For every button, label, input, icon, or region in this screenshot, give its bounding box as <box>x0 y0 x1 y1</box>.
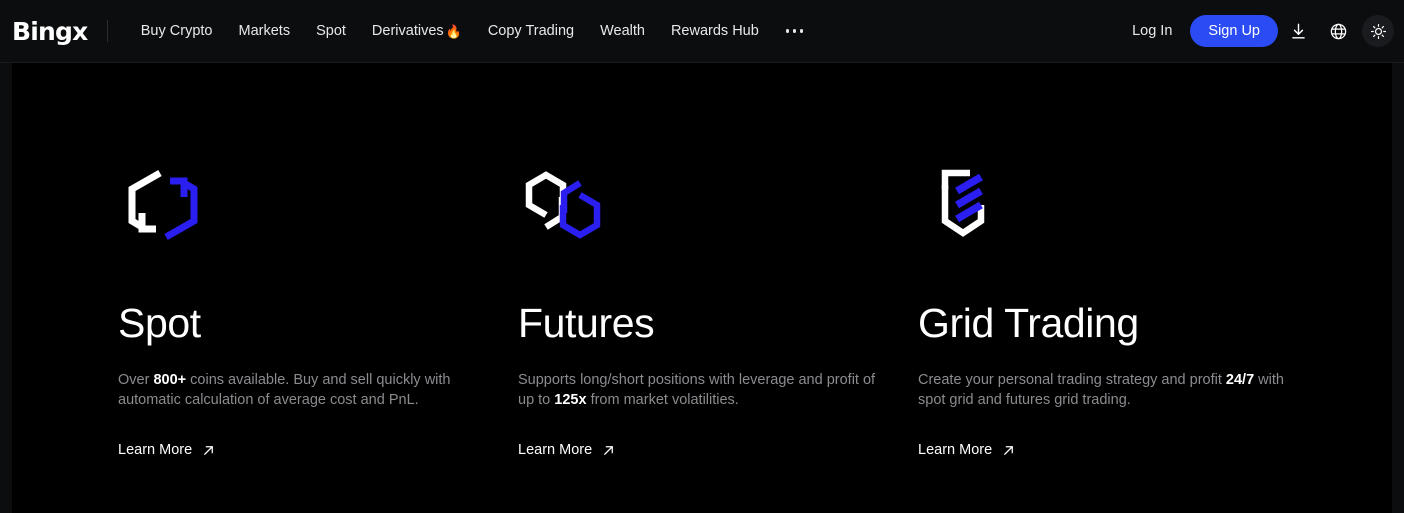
arrow-up-right-icon <box>604 445 614 455</box>
card-description: Create your personal trading strategy an… <box>918 370 1290 410</box>
desc-highlight: 125x <box>554 392 587 408</box>
futures-interlocking-hexagons-icon <box>518 163 918 247</box>
feature-card-grid-trading: Grid Trading Create your personal tradin… <box>918 163 1318 459</box>
page-body: Spot Over 800+ coins available. Buy and … <box>0 63 1404 513</box>
card-title: Spot <box>118 300 201 346</box>
nav-label: Rewards Hub <box>670 22 759 39</box>
header-divider <box>106 20 108 42</box>
nav-label: Copy Trading <box>487 22 575 39</box>
globe-icon[interactable] <box>1318 11 1358 51</box>
learn-more-link-futures[interactable]: Learn More <box>518 442 616 458</box>
logo-word: Bing <box>12 16 73 46</box>
card-title: Grid Trading <box>918 300 1139 346</box>
nav-label: Derivatives <box>371 22 444 39</box>
content-stage: Spot Over 800+ coins available. Buy and … <box>12 63 1392 513</box>
desc-text: Create your personal trading strategy an… <box>918 372 1226 388</box>
nav-item-markets[interactable]: Markets <box>226 24 304 39</box>
nav-item-copy-trading[interactable]: Copy Trading <box>475 24 587 39</box>
feature-card-spot: Spot Over 800+ coins available. Buy and … <box>118 163 518 459</box>
learn-more-label: Learn More <box>118 442 193 458</box>
feature-card-futures: Futures Supports long/short positions wi… <box>518 163 918 459</box>
more-horizontal-icon[interactable] <box>772 29 818 33</box>
nav-item-derivatives[interactable]: Derivatives 🔥 <box>359 24 475 39</box>
card-description: Over 800+ coins available. Buy and sell … <box>118 370 490 410</box>
nav-label: Markets <box>238 22 291 39</box>
fire-emoji-icon: 🔥 <box>445 23 462 39</box>
card-description: Supports long/short positions with lever… <box>518 370 890 410</box>
spot-exchange-arrows-icon <box>118 163 518 247</box>
arrow-up-right-icon <box>204 445 214 455</box>
learn-more-link-spot[interactable]: Learn More <box>118 442 216 458</box>
download-icon[interactable] <box>1278 11 1318 51</box>
logo-x-mark: x <box>72 16 88 46</box>
nav-item-spot[interactable]: Spot <box>303 24 359 39</box>
desc-text: from market volatilities. <box>586 392 739 408</box>
header-actions: Log In Sign Up <box>1116 11 1404 51</box>
desc-highlight: 24/7 <box>1225 372 1255 388</box>
learn-more-label: Learn More <box>918 442 993 458</box>
nav-item-wealth[interactable]: Wealth <box>587 24 658 39</box>
site-header: Bingx Buy Crypto Markets Spot Derivative… <box>0 0 1404 63</box>
feature-cards: Spot Over 800+ coins available. Buy and … <box>118 163 1368 459</box>
card-title: Futures <box>518 300 655 346</box>
nav-label: Wealth <box>600 22 645 39</box>
nav-item-buy-crypto[interactable]: Buy Crypto <box>128 24 226 39</box>
arrow-up-right-icon <box>1004 445 1014 455</box>
signup-button[interactable]: Sign Up <box>1190 15 1278 47</box>
nav-item-rewards-hub[interactable]: Rewards Hub <box>658 24 772 39</box>
brand-logo[interactable]: Bingx <box>12 0 108 62</box>
desc-text: Over <box>118 372 154 388</box>
learn-more-link-grid-trading[interactable]: Learn More <box>918 442 1016 458</box>
desc-highlight: 800+ <box>153 372 187 388</box>
bingx-logo-text: Bingx <box>12 16 88 46</box>
nav-label: Buy Crypto <box>140 22 213 39</box>
nav-label: Spot <box>316 22 346 39</box>
login-button[interactable]: Log In <box>1116 23 1188 39</box>
learn-more-label: Learn More <box>518 442 593 458</box>
main-navigation: Buy Crypto Markets Spot Derivatives 🔥 Co… <box>128 0 818 62</box>
grid-trading-hexagon-bars-icon <box>918 163 1318 247</box>
sun-brightness-icon[interactable] <box>1362 15 1394 47</box>
